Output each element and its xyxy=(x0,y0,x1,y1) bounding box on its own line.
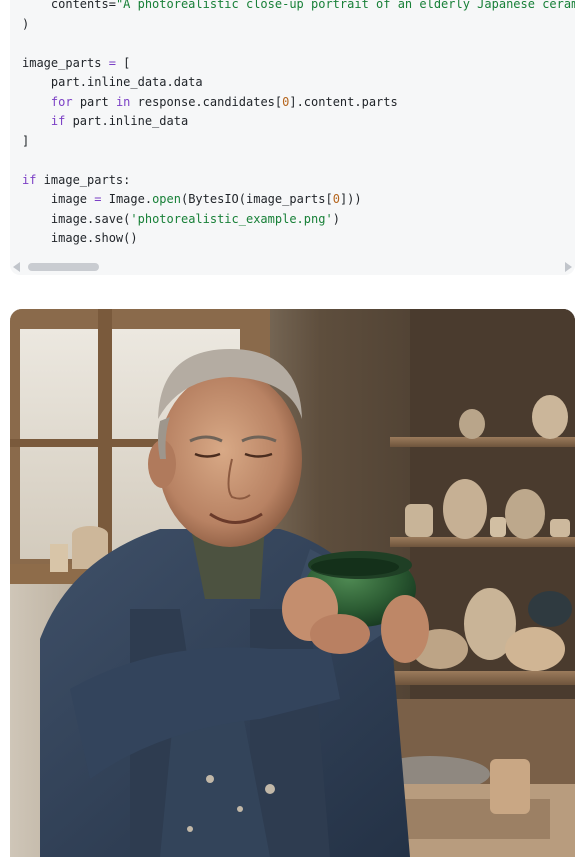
code-token: part xyxy=(72,94,116,109)
code-line: if image_parts: xyxy=(22,171,575,191)
code-token: 'photorealistic_example.png' xyxy=(130,211,333,226)
code-token: image xyxy=(50,192,95,206)
code-token: image_parts xyxy=(22,55,109,70)
code-token: part.inline_data xyxy=(65,114,189,128)
code-token: ].content.parts xyxy=(289,94,398,109)
code-token: [ xyxy=(115,55,131,70)
code-token: image.save( xyxy=(50,211,131,226)
code-line: image = Image.open(BytesIO(image_parts[0… xyxy=(22,190,575,210)
code-token: part.inline_data.data xyxy=(50,75,203,89)
code-token: image.show() xyxy=(50,231,138,245)
code-content: contents="A photorealistic close-up port… xyxy=(22,0,575,250)
code-token: (BytesIO(image_parts[ xyxy=(180,192,333,206)
code-token: if xyxy=(22,172,37,187)
scrollbar-thumb[interactable] xyxy=(28,263,99,271)
code-token: image_parts: xyxy=(36,172,131,187)
scroll-right-arrow-icon[interactable] xyxy=(565,262,572,272)
code-token: = xyxy=(94,192,102,206)
horizontal-scrollbar[interactable] xyxy=(10,258,575,275)
code-token: in xyxy=(115,94,131,109)
code-token: open xyxy=(152,192,181,206)
scroll-left-arrow-icon[interactable] xyxy=(13,262,20,272)
code-token: for xyxy=(50,94,73,109)
code-token: if xyxy=(50,114,66,128)
code-line: ] xyxy=(22,132,575,152)
code-token: ) xyxy=(332,211,340,226)
code-line: part.inline_data.data xyxy=(22,73,575,93)
generated-image xyxy=(10,309,575,857)
code-token: "A photorealistic close-up portrait of a… xyxy=(115,0,575,11)
code-token: response.candidates[ xyxy=(130,94,283,109)
code-line: image.save('photorealistic_example.png') xyxy=(22,210,575,230)
code-block: contents="A photorealistic close-up port… xyxy=(10,0,575,275)
code-token: ])) xyxy=(339,192,362,206)
code-line: image_parts = [ xyxy=(22,54,575,74)
code-token: 0 xyxy=(332,192,340,206)
code-line: for part in response.candidates[0].conte… xyxy=(22,93,575,113)
code-token: Image. xyxy=(101,192,153,206)
code-token: ) xyxy=(22,16,30,31)
code-line: ) xyxy=(22,15,575,35)
code-token: = xyxy=(108,55,116,70)
code-line: contents="A photorealistic close-up port… xyxy=(22,0,575,15)
code-line: image.show() xyxy=(22,229,575,249)
potter-portrait-image xyxy=(10,309,575,857)
code-token: contents= xyxy=(50,0,116,11)
code-token: ] xyxy=(22,133,30,148)
code-line: if part.inline_data xyxy=(22,112,575,132)
